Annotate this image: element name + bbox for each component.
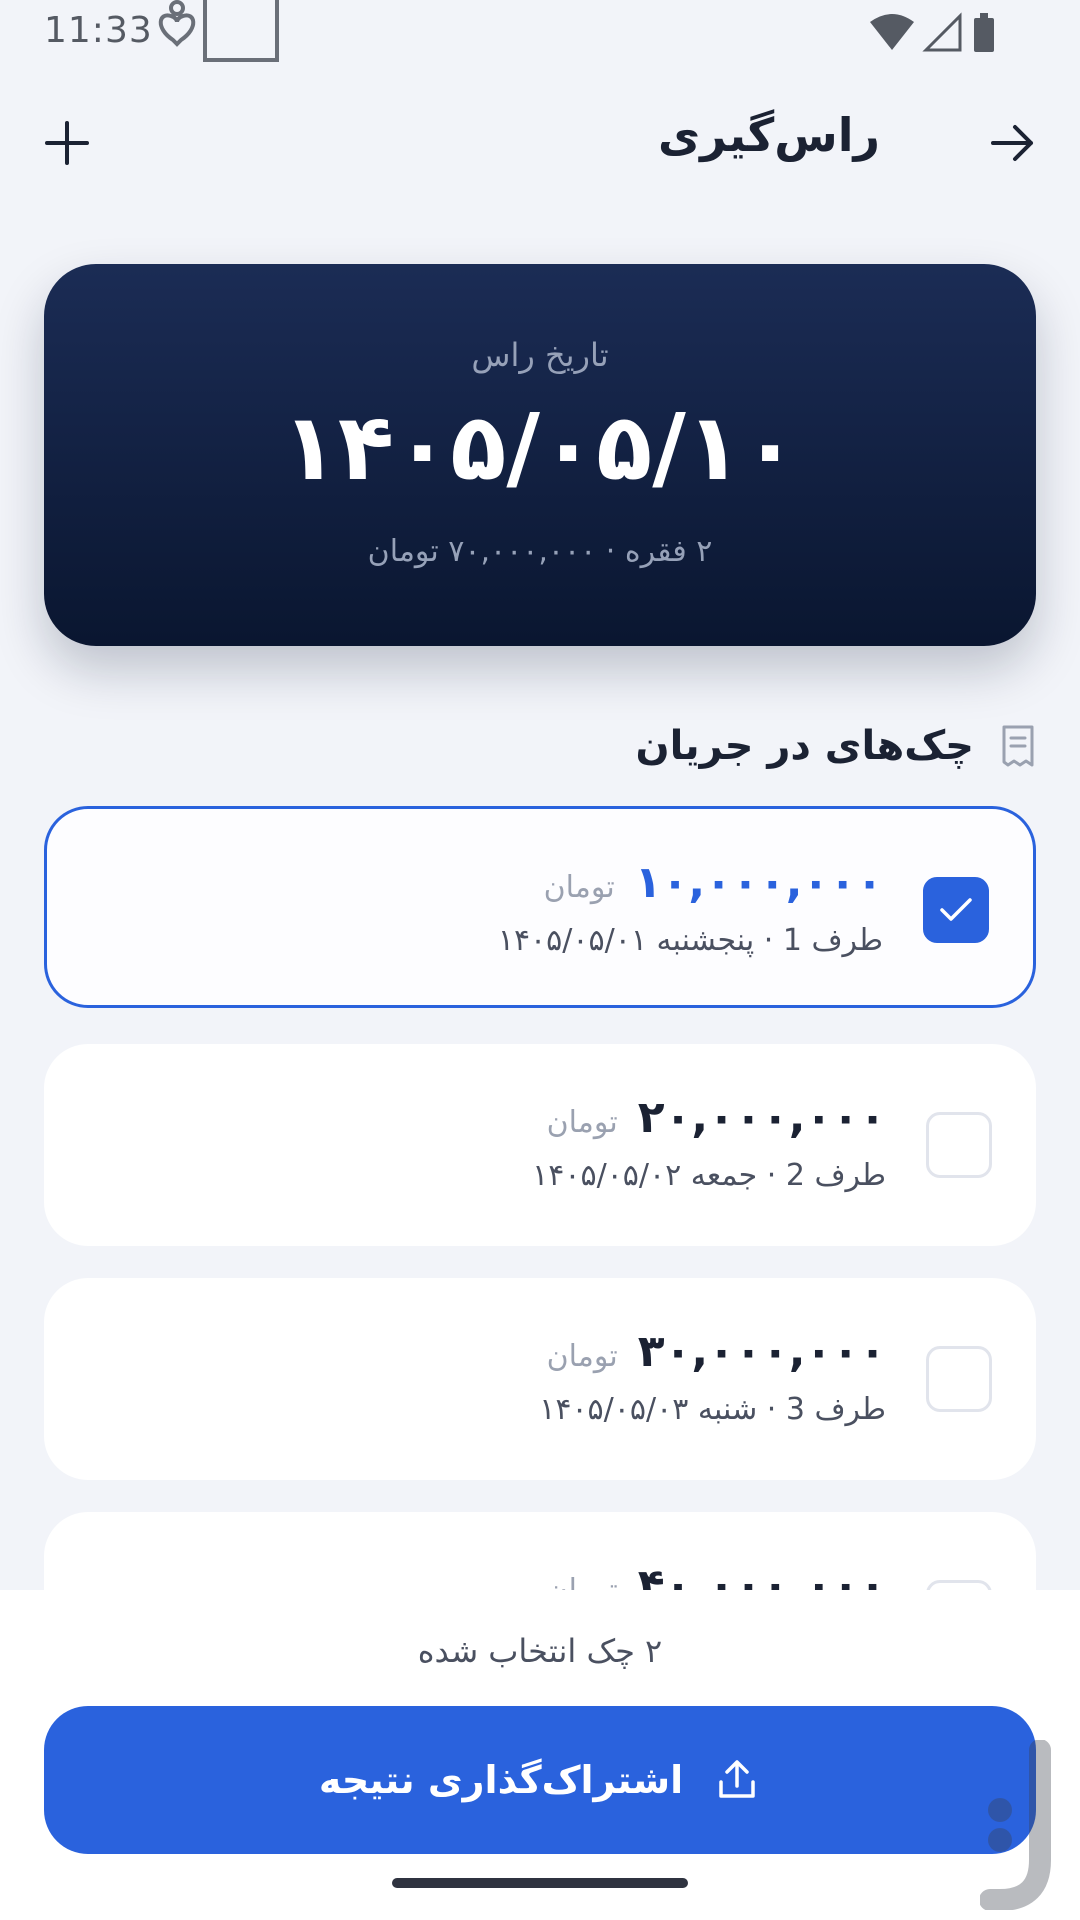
signal-icon xyxy=(922,12,962,52)
maturity-date-card: تاریخ راس ۱۴۰۵/۰۵/۱۰ ۲ فقره · ۷۰,۰۰۰,۰۰۰… xyxy=(44,264,1036,646)
battery-icon xyxy=(974,18,994,52)
page-title: راس‌گیری xyxy=(657,108,880,162)
cheque-currency: تومان xyxy=(546,1339,618,1374)
app-notification-icon xyxy=(158,0,279,62)
add-button[interactable] xyxy=(36,112,98,174)
cheque-amount: ۴۰,۰۰۰,۰۰۰ xyxy=(637,1560,886,1590)
status-time: 11:33 xyxy=(44,10,153,51)
cheque-amount: ۱۰,۰۰۰,۰۰۰ xyxy=(634,857,883,908)
maturity-date-label: تاریخ راس xyxy=(471,336,609,374)
section-title: چک‌های در جریان xyxy=(635,723,975,769)
cheque-currency: تومان xyxy=(546,1105,618,1140)
app-header: راس‌گیری xyxy=(0,100,1080,190)
cheque-currency: تومان xyxy=(547,1573,618,1590)
cheque-meta: طرف 2 · جمعه ۱۴۰۵/۰۵/۰۲ xyxy=(532,1158,886,1193)
cheque-card[interactable]: ۴۰,۰۰۰,۰۰۰ تومان xyxy=(44,1512,1036,1590)
cheque-amount-line: ۴۰,۰۰۰,۰۰۰ تومان xyxy=(547,1560,886,1590)
cheque-card[interactable]: ۲۰,۰۰۰,۰۰۰ تومان طرف 2 · جمعه ۱۴۰۵/۰۵/۰۲ xyxy=(44,1044,1036,1246)
cheque-card[interactable]: ۳۰,۰۰۰,۰۰۰ تومان طرف 3 · شنبه ۱۴۰۵/۰۵/۰۳ xyxy=(44,1278,1036,1480)
cheque-meta: طرف 3 · شنبه ۱۴۰۵/۰۵/۰۳ xyxy=(539,1392,886,1427)
cheque-currency: تومان xyxy=(543,870,615,905)
cheque-amount: ۳۰,۰۰۰,۰۰۰ xyxy=(637,1326,886,1377)
cheque-checkbox[interactable] xyxy=(926,1112,992,1178)
cheque-amount: ۲۰,۰۰۰,۰۰۰ xyxy=(637,1092,886,1143)
maturity-date-value: ۱۴۰۵/۰۵/۱۰ xyxy=(281,394,799,501)
back-button[interactable] xyxy=(982,112,1044,174)
check-icon xyxy=(940,898,972,921)
status-right-icons xyxy=(870,12,1000,54)
cheque-card[interactable]: ۱۰,۰۰۰,۰۰۰ تومان طرف 1 · پنجشنبه ۱۴۰۵/۰۵… xyxy=(44,806,1036,1008)
status-bar: 11:33 xyxy=(0,0,1080,70)
receipt-icon xyxy=(1002,725,1034,767)
plus-icon xyxy=(45,121,89,165)
cheque-checkbox[interactable] xyxy=(926,1346,992,1412)
cheque-amount-line: ۱۰,۰۰۰,۰۰۰ تومان xyxy=(544,857,883,908)
cheque-amount-line: ۳۰,۰۰۰,۰۰۰ تومان xyxy=(547,1326,886,1377)
home-indicator[interactable] xyxy=(392,1878,688,1888)
cheque-checkbox[interactable] xyxy=(926,1580,992,1590)
cheque-list: ۱۰,۰۰۰,۰۰۰ تومان طرف 1 · پنجشنبه ۱۴۰۵/۰۵… xyxy=(44,806,1036,1590)
share-button-label: اشتراک‌گذاری نتیجه xyxy=(318,1758,684,1802)
share-upload-icon xyxy=(719,1760,755,1798)
bottom-action-panel: ۲ چک انتخاب شده اشتراک‌گذاری نتیجه xyxy=(0,1590,1080,1920)
section-heading: چک‌های در جریان xyxy=(636,716,1037,776)
cheque-checkbox[interactable] xyxy=(923,877,989,943)
selected-count: ۲ چک انتخاب شده xyxy=(417,1632,663,1670)
share-result-button[interactable]: اشتراک‌گذاری نتیجه xyxy=(44,1706,1036,1854)
cheque-amount-line: ۲۰,۰۰۰,۰۰۰ تومان xyxy=(547,1092,886,1143)
store-watermark-icon xyxy=(980,1740,1051,1910)
cheque-meta: طرف 1 · پنجشنبه ۱۴۰۵/۰۵/۰۱ xyxy=(497,923,883,958)
maturity-summary: ۲ فقره · ۷۰,۰۰۰,۰۰۰ تومان xyxy=(367,534,713,569)
wifi-icon xyxy=(870,14,914,50)
arrow-right-icon xyxy=(991,125,1033,161)
